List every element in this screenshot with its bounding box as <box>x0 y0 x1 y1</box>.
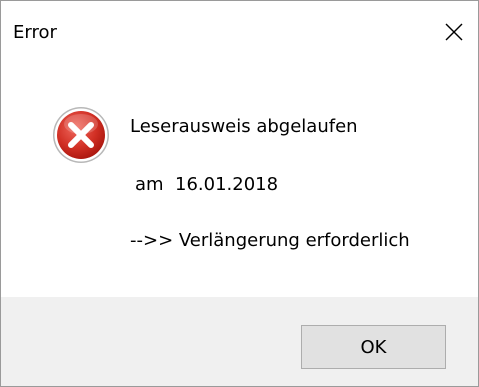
ok-button[interactable]: OK <box>301 325 446 369</box>
error-dialog: Error Leserausweis abgelaufen am 16.01.2… <box>0 0 479 387</box>
message-line-3: -->> Verlängerung erforderlich <box>130 230 410 251</box>
close-icon <box>445 23 463 41</box>
window-title: Error <box>13 22 57 43</box>
message-line-2: am 16.01.2018 <box>135 174 279 195</box>
close-button[interactable] <box>430 1 478 63</box>
message-area: Leserausweis abgelaufen am 16.01.2018 --… <box>1 63 478 297</box>
error-icon <box>53 107 109 163</box>
button-bar: OK <box>1 297 478 386</box>
message-line-1: Leserausweis abgelaufen <box>130 116 358 137</box>
title-bar: Error <box>1 1 478 63</box>
